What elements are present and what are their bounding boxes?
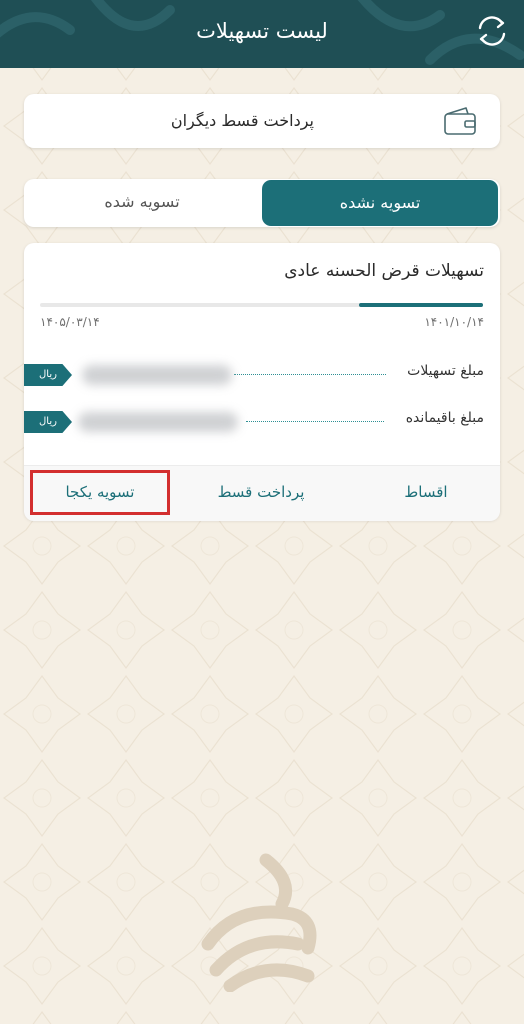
loan-title: تسهیلات قرض الحسنه عادی <box>284 261 484 281</box>
bank-logo-watermark <box>201 853 317 992</box>
loan-progress-bar <box>40 303 483 307</box>
pay-others-label: پرداخت قسط دیگران <box>170 111 314 130</box>
loan-amount-label: مبلغ تسهیلات <box>407 363 484 379</box>
wallet-icon <box>444 107 476 135</box>
dotted-separator <box>246 421 384 422</box>
pay-installment-button[interactable]: پرداخت قسط <box>196 466 326 521</box>
settle-all-button[interactable]: تسویه یکجا <box>30 466 170 521</box>
currency-badge: ریال <box>24 411 72 433</box>
tab-unsettled[interactable]: تسویه نشده <box>262 180 498 226</box>
remaining-amount-row: مبلغ باقیمانده ریال <box>24 406 500 436</box>
loan-amount-row: مبلغ تسهیلات ریال <box>24 359 500 389</box>
currency-badge: ریال <box>24 364 72 386</box>
loan-actions-bar: اقساط پرداخت قسط تسویه یکجا <box>24 465 500 521</box>
settlement-tabs: تسویه نشده تسویه شده <box>24 179 500 227</box>
remaining-amount-value-redacted <box>78 412 238 432</box>
remaining-amount-label: مبلغ باقیمانده <box>405 410 484 426</box>
tab-settled[interactable]: تسویه شده <box>24 179 260 227</box>
loan-amount-value-redacted <box>82 365 232 385</box>
refresh-icon[interactable] <box>472 11 512 51</box>
loan-start-date: ۱۴۰۱/۱۰/۱۴ <box>424 315 484 329</box>
dotted-separator <box>234 374 386 375</box>
app-header: لیست تسهیلات <box>0 0 524 68</box>
pay-others-installment-button[interactable]: پرداخت قسط دیگران <box>24 94 500 148</box>
loan-end-date: ۱۴۰۵/۰۳/۱۴ <box>40 315 100 329</box>
page-title: لیست تسهیلات <box>196 19 328 43</box>
loan-card: تسهیلات قرض الحسنه عادی ۱۴۰۱/۱۰/۱۴ ۱۴۰۵/… <box>24 243 500 521</box>
loan-progress-fill <box>358 303 483 307</box>
installments-button[interactable]: اقساط <box>372 466 480 521</box>
